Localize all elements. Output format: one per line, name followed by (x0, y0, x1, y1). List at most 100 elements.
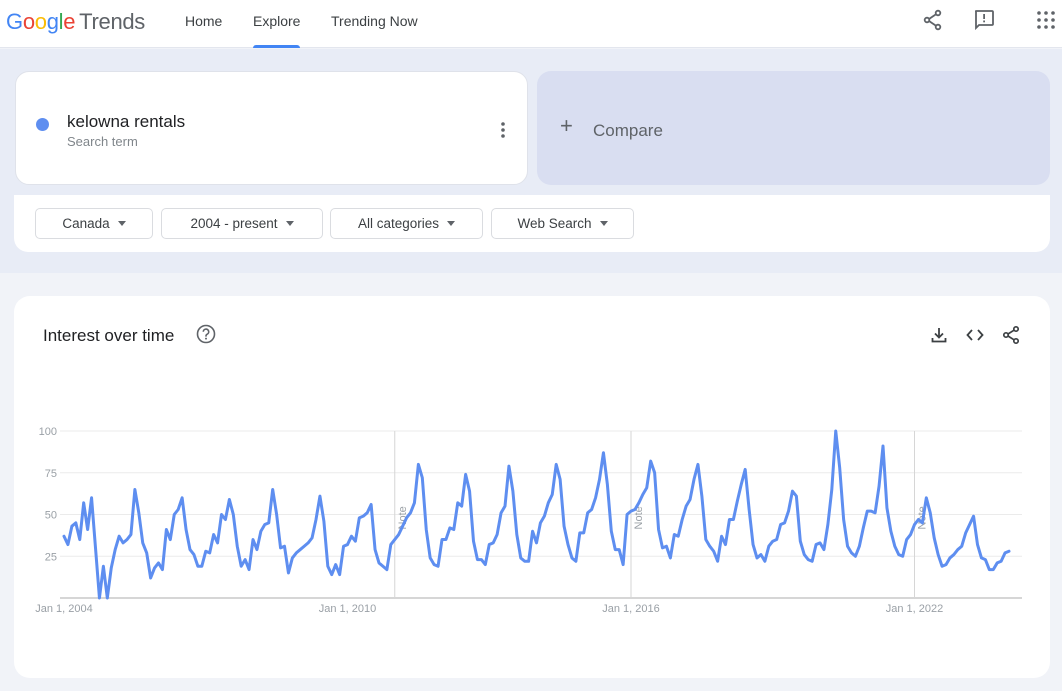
data-point[interactable] (251, 537, 256, 542)
data-point[interactable] (924, 495, 929, 500)
data-point[interactable] (971, 514, 976, 519)
data-point[interactable] (554, 462, 559, 467)
data-point[interactable] (955, 547, 960, 552)
data-point[interactable] (640, 492, 645, 497)
data-point[interactable] (892, 544, 897, 549)
category-dropdown[interactable]: All categories (330, 208, 483, 239)
data-point[interactable] (184, 527, 189, 532)
data-point[interactable] (802, 552, 807, 557)
data-point[interactable] (333, 562, 338, 567)
data-point[interactable] (337, 572, 342, 577)
nav-tab-explore[interactable]: Explore (253, 0, 301, 48)
data-point[interactable] (436, 564, 441, 569)
data-point[interactable] (644, 485, 649, 490)
data-point[interactable] (109, 565, 114, 570)
data-point[interactable] (617, 547, 622, 552)
data-point[interactable] (609, 529, 614, 534)
data-point[interactable] (597, 477, 602, 482)
data-point[interactable] (884, 505, 889, 510)
data-point[interactable] (873, 510, 878, 515)
data-point[interactable] (963, 530, 968, 535)
interest-line-chart[interactable]: Note Note Note 255075100Jan 1, 2004 Jan 1, … (14, 296, 1050, 678)
data-point[interactable] (829, 487, 834, 492)
data-point[interactable] (821, 547, 826, 552)
data-point[interactable] (314, 517, 319, 522)
data-point[interactable] (254, 547, 259, 552)
data-point[interactable] (388, 542, 393, 547)
data-point[interactable] (499, 510, 504, 515)
data-point[interactable] (495, 532, 500, 537)
data-point[interactable] (286, 570, 291, 575)
data-point[interactable] (912, 522, 917, 527)
data-point[interactable] (180, 495, 185, 500)
data-point[interactable] (877, 484, 882, 489)
data-point[interactable] (1007, 549, 1012, 554)
data-point[interactable] (428, 555, 433, 560)
data-point[interactable] (132, 487, 137, 492)
data-point[interactable] (207, 550, 212, 555)
data-point[interactable] (542, 514, 547, 519)
region-dropdown[interactable]: Canada (35, 208, 153, 239)
data-point[interactable] (93, 545, 98, 550)
data-point[interactable] (235, 544, 240, 549)
data-point[interactable] (999, 559, 1004, 564)
data-point[interactable] (715, 559, 720, 564)
data-point[interactable] (325, 564, 330, 569)
data-point[interactable] (680, 517, 685, 522)
data-point[interactable] (983, 557, 988, 562)
nav-tab-trending-now[interactable]: Trending Now (331, 0, 418, 48)
data-point[interactable] (459, 504, 464, 509)
data-point[interactable] (219, 512, 224, 517)
data-point[interactable] (377, 560, 382, 565)
data-point[interactable] (105, 596, 110, 601)
data-point[interactable] (739, 482, 744, 487)
data-point[interactable] (164, 527, 169, 532)
time-range-dropdown[interactable]: 2004 - present (161, 208, 323, 239)
data-point[interactable] (62, 534, 67, 539)
data-point[interactable] (152, 565, 157, 570)
data-point[interactable] (290, 555, 295, 560)
data-point[interactable] (400, 524, 405, 529)
data-point[interactable] (73, 520, 78, 525)
data-point[interactable] (621, 562, 626, 567)
data-point[interactable] (581, 530, 586, 535)
data-point[interactable] (65, 542, 70, 547)
data-point[interactable] (136, 510, 141, 515)
data-point[interactable] (569, 555, 574, 560)
apps-grid-icon[interactable] (1034, 8, 1058, 32)
data-point[interactable] (699, 494, 704, 499)
data-point[interactable] (282, 544, 287, 549)
data-point[interactable] (503, 504, 508, 509)
data-point[interactable] (483, 562, 488, 567)
data-point[interactable] (833, 429, 838, 434)
data-point[interactable] (648, 459, 653, 464)
data-point[interactable] (329, 572, 334, 577)
data-point[interactable] (625, 512, 630, 517)
data-point[interactable] (566, 542, 571, 547)
data-point[interactable] (467, 489, 472, 494)
data-point[interactable] (231, 512, 236, 517)
data-point[interactable] (223, 517, 228, 522)
data-point[interactable] (258, 529, 263, 534)
data-point[interactable] (676, 534, 681, 539)
data-point[interactable] (491, 540, 496, 545)
data-point[interactable] (790, 489, 795, 494)
data-point[interactable] (546, 500, 551, 505)
data-point[interactable] (306, 540, 311, 545)
data-point[interactable] (774, 537, 779, 542)
data-point[interactable] (735, 499, 740, 504)
data-point[interactable] (77, 537, 82, 542)
data-point[interactable] (703, 537, 708, 542)
data-point[interactable] (936, 552, 941, 557)
search-term-card[interactable]: kelowna rentals Search term (15, 71, 528, 185)
data-point[interactable] (349, 534, 354, 539)
data-point[interactable] (747, 507, 752, 512)
data-point[interactable] (711, 549, 716, 554)
data-point[interactable] (420, 475, 425, 480)
data-point[interactable] (274, 512, 279, 517)
data-point[interactable] (479, 557, 484, 562)
data-point[interactable] (384, 567, 389, 572)
google-trends-logo[interactable]: Google Trends (6, 9, 145, 35)
data-point[interactable] (668, 555, 673, 560)
data-point[interactable] (947, 555, 952, 560)
